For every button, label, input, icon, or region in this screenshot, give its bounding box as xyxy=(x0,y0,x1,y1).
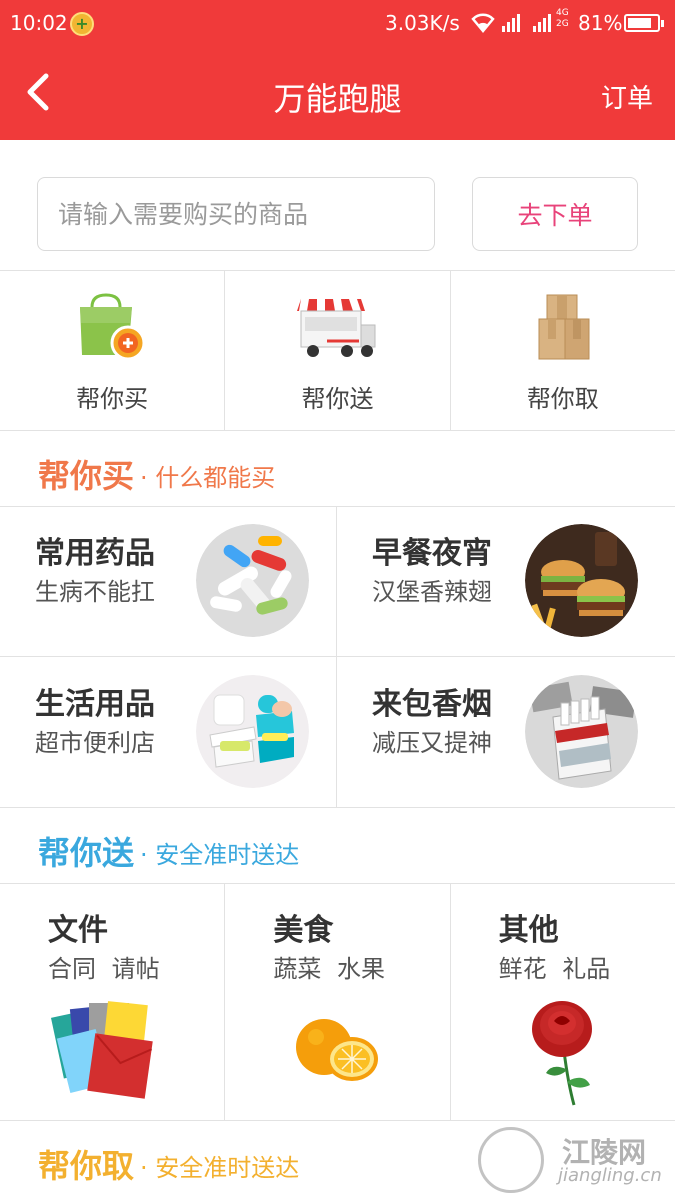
envelopes-image xyxy=(51,1001,153,1099)
section-header-buy: 帮你买 · 什么都能买 xyxy=(0,431,675,507)
shopping-bag-icon xyxy=(80,293,146,361)
rose-image xyxy=(531,1001,592,1106)
item-subtitle: 汉堡香辣翅 xyxy=(372,578,492,606)
burgers-image xyxy=(525,524,638,637)
item-title: 常用药品 xyxy=(35,536,155,571)
notification-app-icon: + xyxy=(70,12,94,36)
item-title: 其他 xyxy=(498,913,559,948)
service-buy[interactable]: 帮你买 xyxy=(0,271,226,430)
item-title: 来包香烟 xyxy=(372,687,492,722)
battery-fill xyxy=(628,18,651,28)
battery-percent: 81% xyxy=(578,11,623,35)
service-fetch[interactable]: 帮你取 xyxy=(451,271,675,430)
orders-link[interactable]: 订单 xyxy=(601,78,653,115)
send-item-other[interactable]: 其他 鲜花 礼品 xyxy=(451,883,675,1120)
service-label: 帮你买 xyxy=(76,385,149,413)
package-boxes-icon xyxy=(538,294,590,360)
status-time: 10:02 xyxy=(10,11,68,35)
section-header-send: 帮你送 · 安全准时送达 xyxy=(0,808,675,884)
item-subtitle: 合同 请帖 xyxy=(48,955,160,983)
status-bar: 10:02 + 3.03K/s 4G 2G 81% xyxy=(0,0,675,48)
page-title: 万能跑腿 xyxy=(273,80,402,118)
section-title: 帮你取 xyxy=(38,1147,135,1185)
product-search-input[interactable] xyxy=(37,177,435,251)
buy-item-cigarettes[interactable]: 来包香烟 减压又提神 xyxy=(337,657,675,808)
watermark: 江陵网 jiangling.cn xyxy=(478,1125,668,1195)
network-type: 4G 2G xyxy=(556,8,569,29)
item-subtitle: 生病不能扛 xyxy=(35,578,155,606)
item-title: 早餐夜宵 xyxy=(372,536,492,571)
watermark-logo xyxy=(478,1127,544,1193)
buy-item-medicine[interactable]: 常用药品 生病不能扛 xyxy=(0,506,337,657)
signal-strength-icon-2 xyxy=(533,10,551,32)
item-title: 生活用品 xyxy=(35,687,155,722)
item-subtitle: 超市便利店 xyxy=(35,729,155,757)
place-order-button[interactable]: 去下单 xyxy=(472,177,638,251)
send-grid: 文件 合同 请帖 美食 蔬菜 水果 其他 鲜花 礼品 xyxy=(0,883,675,1121)
section-subtitle: · 安全准时送达 xyxy=(140,1154,300,1182)
section-subtitle: · 安全准时送达 xyxy=(140,841,300,869)
watermark-url: jiangling.cn xyxy=(558,1165,662,1186)
signal-strength-icon xyxy=(502,10,520,32)
service-tabs: 帮你买 帮你送 帮你取 xyxy=(0,270,675,431)
item-subtitle: 鲜花 礼品 xyxy=(498,955,611,983)
item-title: 美食 xyxy=(273,913,334,948)
item-subtitle: 减压又提神 xyxy=(372,729,492,757)
cigarettes-image xyxy=(525,675,638,788)
item-title: 文件 xyxy=(48,913,108,948)
send-item-documents[interactable]: 文件 合同 请帖 xyxy=(0,883,226,1120)
service-label: 帮你送 xyxy=(301,385,374,413)
item-subtitle: 蔬菜 水果 xyxy=(273,955,385,983)
buy-item-daily-goods[interactable]: 生活用品 超市便利店 xyxy=(0,657,337,808)
buy-item-snacks[interactable]: 早餐夜宵 汉堡香辣翅 xyxy=(337,506,675,657)
buy-grid: 常用药品 生病不能扛 早餐夜宵 汉堡香辣翅 生活用品 超市便利店 来包香烟 减压… xyxy=(0,506,675,808)
service-label: 帮你取 xyxy=(526,385,599,413)
soap-dish-image xyxy=(196,675,309,788)
pills-image xyxy=(196,524,309,637)
network-speed: 3.03K/s xyxy=(385,11,460,35)
section-title: 帮你买 xyxy=(38,457,135,495)
delivery-truck-icon xyxy=(297,299,376,357)
search-row: 去下单 xyxy=(0,140,675,270)
battery-icon xyxy=(624,14,664,32)
section-title: 帮你送 xyxy=(38,834,135,872)
service-send[interactable]: 帮你送 xyxy=(225,271,451,430)
send-item-food[interactable]: 美食 蔬菜 水果 xyxy=(225,883,451,1120)
wifi-icon xyxy=(471,13,495,33)
section-subtitle: · 什么都能买 xyxy=(140,464,276,492)
oranges-image xyxy=(296,1019,379,1081)
app-header: 万能跑腿 订单 xyxy=(0,48,675,140)
